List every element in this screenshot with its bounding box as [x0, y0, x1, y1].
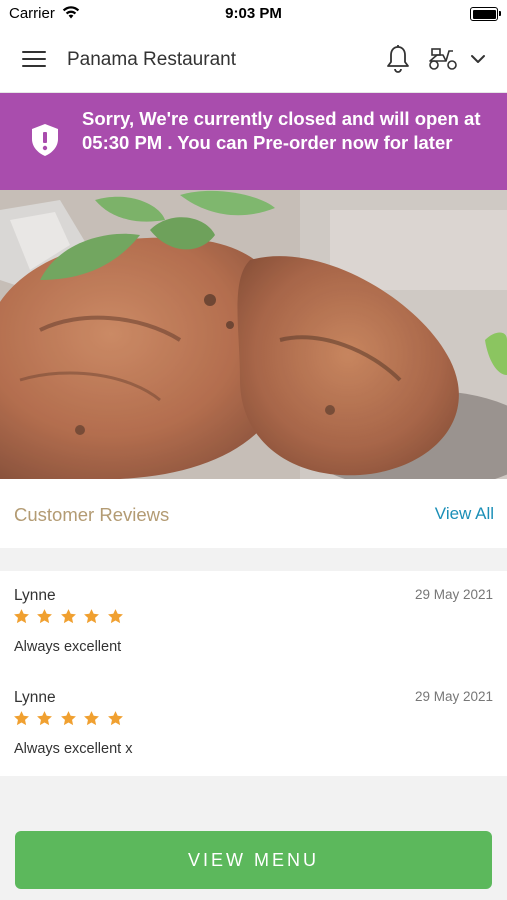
closed-message: Sorry, We're currently closed and will o…: [82, 108, 481, 153]
status-bar: Carrier 9:03 PM: [0, 0, 507, 30]
chevron-down-icon[interactable]: [469, 50, 487, 68]
review-item: Lynne 29 May 2021 Always excellent x: [0, 673, 507, 775]
hero-food-image: [0, 190, 507, 479]
app-header: Panama Restaurant: [0, 30, 507, 93]
reviewer-name: Lynne: [14, 689, 56, 706]
star-icon: [60, 711, 76, 726]
reviews-list: Lynne 29 May 2021 Always excellent Lynne…: [0, 571, 507, 776]
reviews-section-header: Customer Reviews View All: [0, 479, 507, 548]
star-icon: [14, 711, 29, 726]
review-date: 29 May 2021: [414, 587, 493, 602]
star-icon: [107, 711, 123, 726]
view-all-link[interactable]: View All: [435, 504, 494, 524]
star-rating: [13, 710, 126, 730]
review-item: Lynne 29 May 2021 Always excellent: [0, 571, 507, 673]
view-menu-button[interactable]: VIEW MENU: [15, 831, 492, 889]
restaurant-title: Panama Restaurant: [67, 49, 236, 70]
bell-icon[interactable]: [385, 44, 411, 74]
scooter-icon[interactable]: [427, 46, 459, 72]
reviews-title: Customer Reviews: [14, 504, 170, 525]
review-date: 29 May 2021: [414, 689, 493, 704]
review-text: Always excellent: [14, 639, 122, 655]
battery-icon: [470, 7, 501, 21]
shield-alert-icon: [32, 124, 58, 156]
star-rating: [13, 608, 126, 628]
star-icon: [84, 711, 100, 726]
review-text: Always excellent x: [14, 741, 133, 757]
star-icon: [37, 609, 53, 624]
star-icon: [14, 609, 29, 624]
star-icon: [60, 609, 76, 624]
clock: 9:03 PM: [225, 5, 282, 22]
star-icon: [107, 609, 123, 624]
reviewer-name: Lynne: [14, 587, 56, 604]
menu-icon[interactable]: [22, 51, 46, 69]
star-icon: [37, 711, 53, 726]
closed-banner: Sorry, We're currently closed and will o…: [0, 93, 507, 190]
star-icon: [84, 609, 100, 624]
